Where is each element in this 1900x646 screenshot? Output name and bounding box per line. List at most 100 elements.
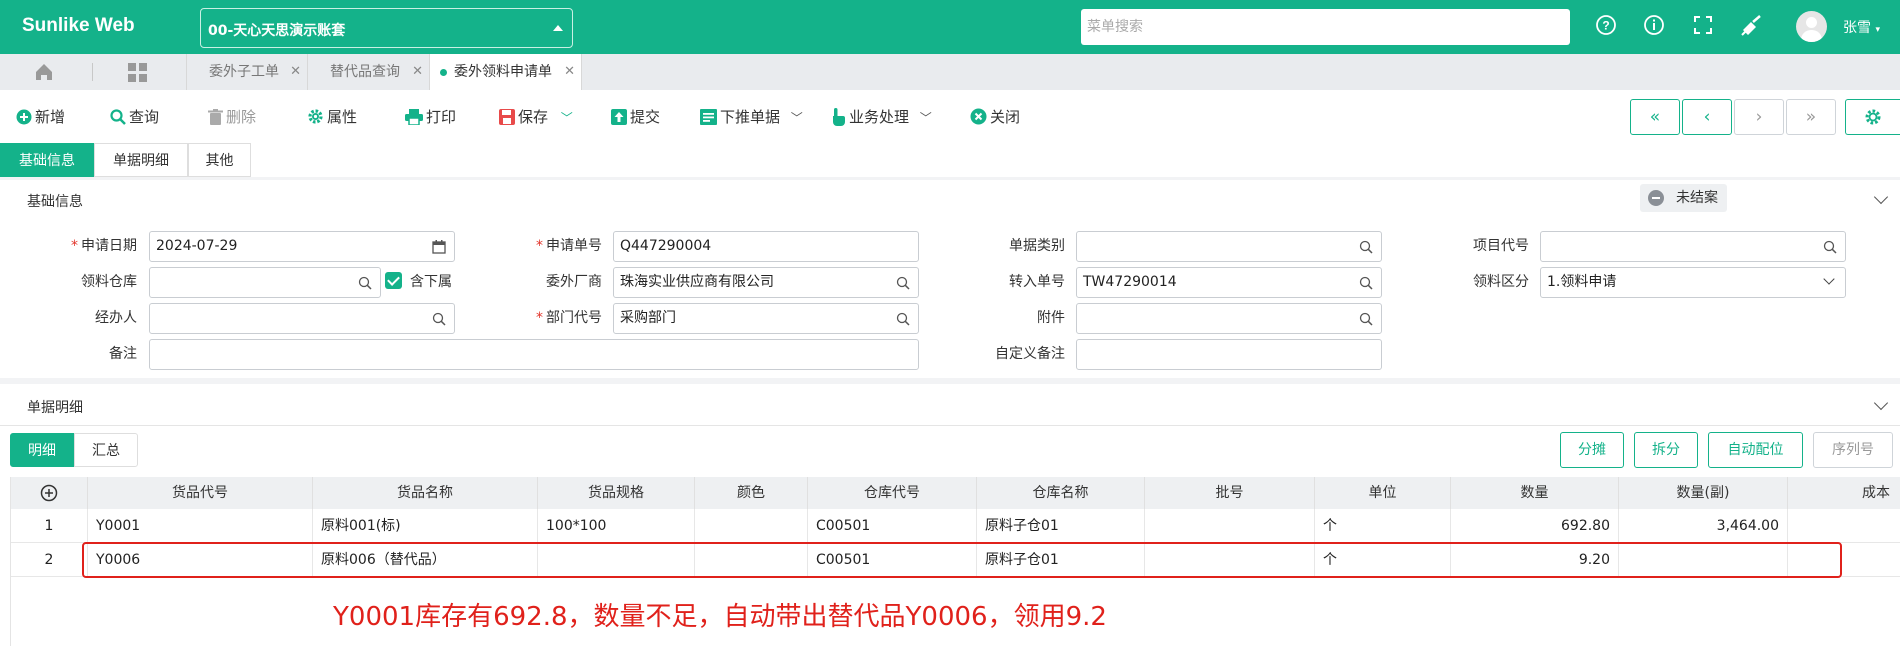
split-button[interactable]: 拆分 [1634, 432, 1698, 468]
custom-remark-field[interactable] [1076, 339, 1382, 370]
properties-button[interactable]: 属性 [307, 106, 357, 128]
last-record-button[interactable]: » [1786, 99, 1836, 135]
chevron-down-icon[interactable] [1823, 273, 1835, 285]
settings-button[interactable] [1845, 99, 1900, 135]
query-button[interactable]: 查询 [110, 106, 159, 128]
calendar-icon[interactable] [432, 240, 446, 254]
column-header[interactable]: 成本 [1788, 477, 1900, 509]
cell-qty2[interactable]: 3,464.00 [1619, 509, 1788, 543]
cell-color[interactable] [695, 509, 808, 543]
plus-circle-icon[interactable] [40, 484, 58, 502]
handler-field[interactable] [149, 303, 455, 334]
prev-record-button[interactable]: ‹ [1682, 99, 1732, 135]
doc-type-field[interactable] [1076, 231, 1382, 262]
menu-search-input[interactable] [1081, 9, 1570, 45]
add-button[interactable]: 新增 [16, 106, 65, 128]
gear-icon [308, 109, 323, 124]
minus-circle-icon [1648, 190, 1664, 206]
vendor-field[interactable]: 珠海实业供应商有限公司 [613, 267, 919, 298]
apply-no-field[interactable]: Q447290004 [613, 231, 919, 262]
search-icon[interactable] [896, 276, 910, 290]
chevron-down-icon[interactable] [1873, 395, 1889, 411]
grid-icon[interactable] [128, 63, 147, 86]
search-icon[interactable] [1359, 276, 1373, 290]
column-header[interactable]: 单位 [1315, 477, 1451, 509]
allocate-button[interactable]: 分摊 [1560, 432, 1624, 468]
dept-code-field[interactable]: 采购部门 [613, 303, 919, 334]
account-selector[interactable]: 00-天心天思演示账套 [200, 8, 573, 48]
search-icon[interactable] [1359, 312, 1373, 326]
tab-basic-info[interactable]: 基础信息 [0, 143, 94, 177]
cell-name[interactable]: 原料001(标) [313, 509, 538, 543]
transfer-no-field[interactable]: TW47290014 [1076, 267, 1382, 298]
cell-wh-code[interactable]: C00501 [808, 509, 977, 543]
tab-detail[interactable]: 明细 [10, 433, 74, 467]
add-row-header[interactable] [11, 477, 88, 509]
search-icon[interactable] [432, 312, 446, 326]
column-header[interactable]: 货品规格 [538, 477, 695, 509]
cell-wh-name[interactable]: 原料子仓01 [977, 509, 1145, 543]
column-header[interactable]: 数量 [1451, 477, 1619, 509]
help-icon[interactable]: ? [1593, 14, 1619, 40]
business-button[interactable]: 业务处理 ﹀ [830, 106, 932, 128]
save-button[interactable]: 保存 ﹀ [499, 106, 573, 128]
cell-qty[interactable]: 692.80 [1451, 509, 1619, 543]
home-icon[interactable] [34, 62, 54, 86]
column-header[interactable]: 数量(副) [1619, 477, 1788, 509]
column-header[interactable]: 货品名称 [313, 477, 538, 509]
column-header[interactable]: 仓库名称 [977, 477, 1145, 509]
project-code-field[interactable] [1540, 231, 1846, 262]
submit-button[interactable]: 提交 [611, 106, 660, 128]
serial-no-button[interactable]: 序列号 [1813, 432, 1893, 468]
doc-detail-header[interactable]: 单据明细 [0, 386, 1900, 426]
chevron-down-icon[interactable]: ﹀ [920, 111, 932, 125]
warehouse-field[interactable] [149, 267, 381, 298]
search-icon[interactable] [358, 276, 372, 290]
basic-info-header[interactable]: 基础信息 [0, 180, 1900, 220]
column-header[interactable]: 仓库代号 [808, 477, 977, 509]
next-record-button[interactable]: › [1734, 99, 1784, 135]
tab-outsource-suborder[interactable]: 委外子工单 ✕ [186, 54, 308, 90]
search-icon[interactable] [1359, 240, 1373, 254]
tab-summary[interactable]: 汇总 [74, 433, 138, 467]
cell-unit[interactable]: 个 [1315, 509, 1451, 543]
search-icon[interactable] [1823, 240, 1837, 254]
search-icon[interactable] [896, 312, 910, 326]
chevron-down-icon[interactable]: ﹀ [791, 111, 803, 125]
print-button[interactable]: 打印 [405, 106, 456, 128]
apply-date-field[interactable]: 2024-07-29 [149, 231, 455, 262]
avatar[interactable] [1796, 11, 1827, 42]
attachment-field[interactable] [1076, 303, 1382, 334]
delete-button[interactable]: 删除 [208, 106, 256, 128]
chevron-down-icon[interactable] [1873, 189, 1889, 205]
tab-doc-detail[interactable]: 单据明细 [94, 143, 188, 177]
label-text: 附件 [1037, 310, 1065, 326]
cell-spec[interactable]: 100*100 [538, 509, 695, 543]
remark-field[interactable] [149, 339, 919, 370]
close-icon[interactable]: ✕ [290, 54, 301, 90]
tab-other[interactable]: 其他 [188, 143, 251, 177]
close-circle-icon [970, 108, 987, 125]
tab-outsource-requisition[interactable]: 委外领料申请单 ✕ [430, 54, 582, 90]
auto-assign-button[interactable]: 自动配位 [1708, 432, 1803, 468]
cell-code[interactable]: Y0001 [88, 509, 313, 543]
first-record-button[interactable]: « [1630, 99, 1680, 135]
include-sub-checkbox[interactable] [385, 272, 402, 289]
cell-cost[interactable] [1788, 509, 1900, 543]
fullscreen-icon[interactable] [1690, 14, 1716, 40]
close-button[interactable]: 关闭 [970, 106, 1020, 128]
column-header[interactable]: 批号 [1145, 477, 1315, 509]
push-doc-button[interactable]: 下推单据 ﹀ [700, 106, 803, 128]
close-icon[interactable]: ✕ [412, 54, 423, 90]
user-menu[interactable]: 张雪 ▾ [1843, 17, 1880, 37]
chevron-down-icon[interactable]: ﹀ [561, 111, 573, 125]
field-value: 2024-07-29 [156, 238, 238, 254]
broom-icon[interactable] [1739, 14, 1765, 40]
cell-batch[interactable] [1145, 509, 1315, 543]
category-select[interactable]: 1.领料申请 [1540, 267, 1846, 298]
close-icon[interactable]: ✕ [564, 54, 575, 90]
info-icon[interactable] [1641, 14, 1667, 40]
column-header[interactable]: 货品代号 [88, 477, 313, 509]
tab-substitute-query[interactable]: 替代品查询 ✕ [308, 54, 430, 90]
column-header[interactable]: 颜色 [695, 477, 808, 509]
